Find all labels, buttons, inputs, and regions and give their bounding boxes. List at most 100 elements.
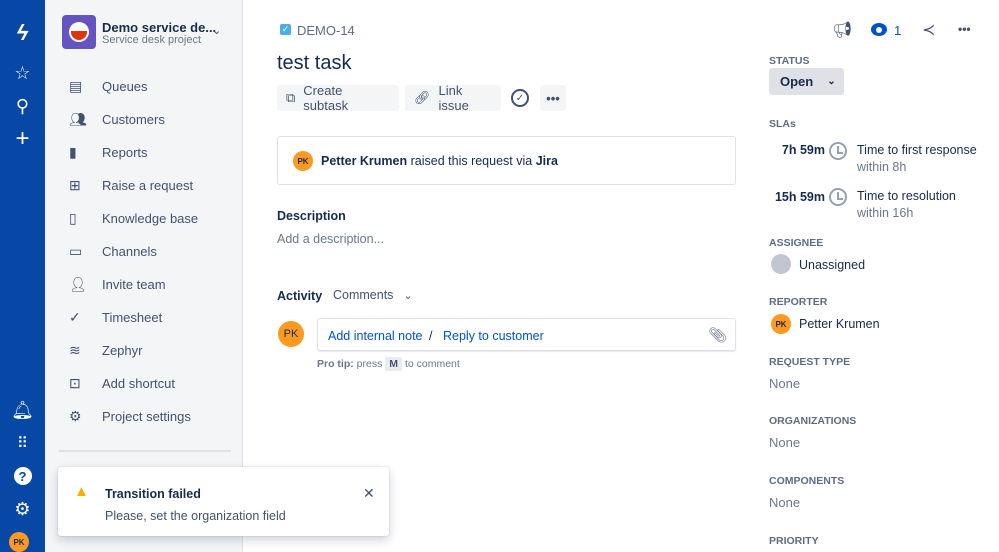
gear-icon: ⚙: [69, 407, 82, 424]
queues-icon: ▤: [69, 77, 83, 94]
sidebar-item-label: Zephyr: [102, 342, 143, 358]
requester-avatar: PK: [293, 151, 313, 171]
sidebar-item-reports[interactable]: ▮ Reports: [59, 138, 231, 166]
commenter-avatar: PK: [278, 321, 304, 347]
sidebar-item-invite-team[interactable]: 👤︎ Invite team: [59, 270, 231, 298]
invite-team-icon: 👤︎: [69, 275, 87, 292]
status-value: Open: [780, 74, 814, 89]
settings-icon[interactable]: ⚙: [8, 496, 37, 522]
add-shortcut-icon: ⊡: [69, 374, 81, 391]
approve-button[interactable]: ✓: [506, 85, 534, 111]
close-icon[interactable]: ✕: [363, 485, 375, 502]
sidebar-item-label: Reports: [102, 144, 148, 160]
organizations-label: ORGANIZATIONS: [769, 415, 857, 427]
assignee-value[interactable]: Unassigned: [799, 258, 865, 272]
description-label: Description: [277, 209, 346, 223]
chevron-down-icon[interactable]: ⌄: [212, 24, 221, 37]
sidebar-item-timesheet[interactable]: ✓ Timesheet: [59, 303, 231, 331]
components-label: COMPONENTS: [769, 475, 845, 487]
atlassian-logo-icon[interactable]: ϟ: [8, 20, 37, 46]
project-type: Service desk project: [102, 34, 202, 46]
help-icon[interactable]: ?: [8, 463, 37, 489]
watcher-count[interactable]: 1: [894, 23, 901, 38]
sidebar-item-label: Add shortcut: [102, 375, 175, 391]
organizations-value[interactable]: None: [769, 435, 800, 450]
sidebar-item-queues[interactable]: ▤ Queues: [59, 72, 231, 100]
sidebar-item-customers[interactable]: 👥︎ Customers: [59, 105, 231, 133]
sidebar-item-channels[interactable]: ▭ Channels: [59, 237, 231, 265]
app-switcher-icon[interactable]: ⠿: [8, 430, 37, 456]
sla-name: Time to first response: [857, 143, 977, 157]
watch-eye-icon[interactable]: [871, 23, 887, 36]
sla-remaining: 15h 59m: [774, 190, 825, 204]
shortcut-key: M: [385, 357, 403, 371]
unassigned-avatar-icon: [771, 254, 791, 274]
knowledge-base-icon: ▯: [69, 209, 77, 226]
subtask-icon: ⧉: [286, 90, 296, 105]
plus-icon[interactable]: +: [8, 125, 37, 152]
zephyr-icon: ≋: [69, 341, 81, 358]
link-icon: 🔗︎: [414, 90, 431, 105]
more-actions-button[interactable]: •••: [540, 85, 566, 111]
user-avatar[interactable]: PK: [9, 532, 29, 552]
create-subtask-button[interactable]: ⧉ Create subtask: [277, 83, 399, 113]
chevron-down-icon: ⌄: [827, 76, 836, 87]
share-icon[interactable]: ≺: [922, 20, 935, 40]
sidebar-item-knowledge-base[interactable]: ▯ Knowledge base: [59, 204, 231, 232]
project-name[interactable]: Demo service de...: [102, 20, 216, 35]
feedback-megaphone-icon[interactable]: 📢︎: [832, 20, 852, 40]
search-icon[interactable]: ⚲: [8, 93, 37, 119]
requester-name[interactable]: Petter Krumen: [321, 154, 407, 168]
check-circle-icon: ✓: [511, 89, 529, 107]
warning-icon: ▲: [74, 483, 89, 500]
pro-tip-rest: to comment: [404, 358, 460, 370]
more-icon[interactable]: •••: [958, 22, 971, 36]
error-toast: ▲ Transition failed Please, set the orga…: [58, 467, 389, 536]
priority-label: PRIORITY: [769, 535, 819, 547]
link-issue-button[interactable]: 🔗︎ Link issue: [405, 83, 501, 113]
global-nav: ϟ ☆ ⚲ + 🔔︎ ⠿ ? ⚙ PK: [0, 0, 45, 552]
sidebar-item-label: Knowledge base: [102, 210, 199, 226]
channels-icon: ▭: [69, 242, 83, 259]
clock-icon: [829, 188, 847, 206]
chevron-down-icon: ⌄: [403, 290, 413, 302]
activity-filter[interactable]: Comments ⌄: [333, 288, 413, 302]
status-dropdown[interactable]: Open ⌄: [769, 68, 844, 95]
activity-label: Activity: [277, 289, 323, 303]
sidebar-item-label: Channels: [102, 243, 157, 259]
issue-key[interactable]: DEMO-14: [297, 23, 355, 38]
project-logo: [62, 15, 96, 49]
reply-to-customer-link[interactable]: Reply to customer: [443, 329, 544, 343]
star-icon[interactable]: ☆: [8, 60, 37, 86]
divider: [59, 450, 231, 452]
issue-title[interactable]: test task: [277, 52, 351, 75]
reporter-value[interactable]: Petter Krumen: [799, 317, 880, 331]
slas-label: SLAs: [769, 118, 796, 130]
toast-title: Transition failed: [105, 487, 201, 501]
pro-tip-label: Pro tip:: [317, 358, 354, 370]
raise-request-icon: ⊞: [69, 176, 81, 193]
request-type-value[interactable]: None: [769, 376, 800, 391]
sidebar-item-add-shortcut[interactable]: ⊡ Add shortcut: [59, 369, 231, 397]
reporter-avatar: PK: [771, 314, 791, 334]
sidebar-item-raise-a-request[interactable]: ⊞ Raise a request: [59, 171, 231, 199]
attachment-icon[interactable]: 📎︎: [708, 326, 727, 344]
components-value[interactable]: None: [769, 495, 800, 510]
sla-name: Time to resolution: [857, 189, 956, 203]
sidebar-item-label: Customers: [102, 111, 165, 127]
sidebar-item-project-settings[interactable]: ⚙ Project settings: [59, 402, 231, 430]
add-internal-note-link[interactable]: Add internal note: [328, 329, 423, 343]
separator: /: [429, 329, 433, 343]
description-field[interactable]: Add a description...: [277, 232, 384, 246]
timesheet-icon: ✓: [69, 308, 81, 325]
comment-box[interactable]: Add internal note / Reply to customer 📎︎: [317, 318, 736, 351]
clock-icon: [829, 142, 847, 160]
rocket-icon[interactable]: 🔔︎: [8, 397, 37, 423]
link-issue-label: Link issue: [438, 83, 469, 113]
pro-tip-press: press: [356, 358, 383, 370]
pro-tip: Pro tip: press M to comment: [317, 357, 460, 371]
sidebar-item-label: Invite team: [102, 276, 166, 292]
create-subtask-label: Create subtask: [303, 83, 349, 113]
raised-text: raised this request via: [410, 154, 533, 168]
sidebar-item-zephyr[interactable]: ≋ Zephyr: [59, 336, 231, 364]
